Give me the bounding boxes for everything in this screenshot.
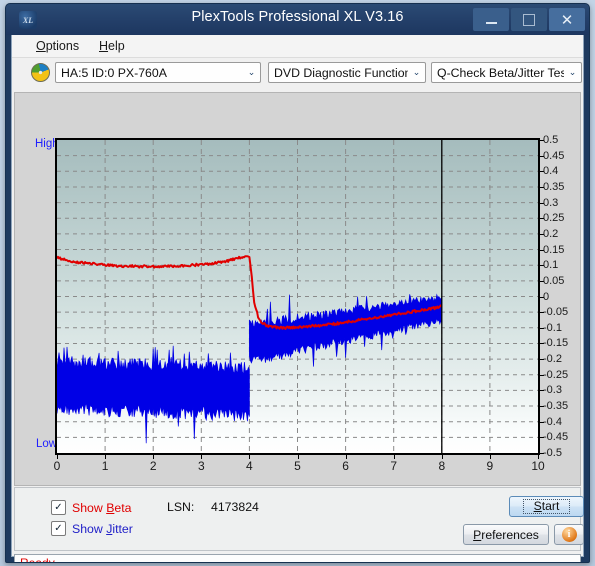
show-beta-label: Show Beta [72,500,132,515]
y-tick-label: 0.15 [543,243,565,256]
lsn-value: 4173824 [211,500,259,514]
plot-area[interactable] [55,138,540,455]
show-beta-row[interactable]: ✓ Show Beta [51,500,132,515]
y-tick-label: 0.25 [543,212,565,225]
y-tick-label: 0.4 [543,165,559,178]
show-jitter-checkbox[interactable]: ✓ [51,521,66,536]
chart-svg [57,140,538,453]
y-tick-label: -0.35 [543,400,569,413]
y-tick-label: 0.35 [543,180,565,193]
window-controls: ✕ [473,8,585,31]
show-jitter-label: Show Jitter [72,521,133,536]
show-beta-checkbox[interactable]: ✓ [51,500,66,515]
menu-item-options[interactable]: Options [30,38,85,54]
graph-panel: High Low 0.5 0.45 0.4 0.35 0.3 0.25 0.2 0.15 0.1… [14,92,581,486]
x-tick-label: 6 [342,459,349,473]
function-select[interactable]: DVD Diagnostic Functions ⌄ [268,62,426,83]
x-tick-label: 8 [438,459,446,473]
preferences-button-label: Preferences [473,527,539,542]
chevron-down-icon: ⌄ [412,67,421,77]
y-tick-label: -0.3 [543,384,562,397]
menu-help-rest: elp [108,39,125,53]
test-select-value: Q-Check Beta/Jitter Test [437,65,564,80]
menu-item-help[interactable]: Help [93,38,131,54]
plot-canvas [55,138,540,455]
x-tick-label: 2 [149,459,157,473]
y-tick-label: -0.15 [543,337,569,350]
maximize-button[interactable] [511,8,547,31]
status-bar: Ready [14,554,581,563]
y-tick-label: -0.2 [543,353,562,366]
menu-bar: Options Help [12,35,583,58]
x-tick-label: 7 [390,459,398,473]
y-tick-label: 0.45 [543,149,565,162]
minimize-button[interactable] [473,8,509,31]
start-button-label: Start [522,499,571,514]
y-tick-label: -0.1 [543,321,562,334]
x-tick-label: 3 [197,459,205,473]
controls-panel: ✓ Show Beta ✓ Show Jitter LSN: 4173824 S… [14,487,584,551]
y-tick-label: 0.05 [543,274,565,287]
x-tick-label: 0 [53,459,61,473]
chevron-down-icon: ⌄ [247,67,256,77]
x-tick-label: 4 [246,459,253,473]
preferences-button[interactable]: Preferences [463,524,549,545]
disc-icon [31,63,50,82]
y-tick-label: 0 [543,290,550,303]
y-tick-label: -0.25 [543,368,569,381]
start-button[interactable]: Start [509,496,584,517]
show-jitter-row[interactable]: ✓ Show Jitter [51,521,133,536]
menu-options-rest: ptions [45,39,80,53]
x-tick-label: 10 [531,459,545,473]
info-icon: i [561,527,577,542]
close-button[interactable]: ✕ [549,8,585,31]
title-bar[interactable]: XL PlexTools Professional XL V3.16 ✕ [6,4,589,35]
y-tick-label: 0.5 [543,134,559,146]
lsn-label: LSN: [167,500,195,514]
axis-low-label: Low [36,438,58,450]
chevron-down-icon: ⌄ [568,67,577,77]
x-tick-label: 9 [486,459,494,473]
x-tick-label: 5 [294,459,301,473]
test-select[interactable]: Q-Check Beta/Jitter Test ⌄ [431,62,582,83]
drive-select[interactable]: HA:5 ID:0 PX-760A ⌄ [55,62,261,83]
y-tick-label: 0.1 [543,259,559,272]
y-tick-label: -0.4 [543,415,562,428]
y-tick-label: 0.3 [543,196,559,209]
plextools-window: XL PlexTools Professional XL V3.16 ✕ Opt… [5,3,590,563]
drive-select-value: HA:5 ID:0 PX-760A [61,65,167,80]
selector-toolbar: HA:5 ID:0 PX-760A ⌄ DVD Diagnostic Funct… [12,58,583,89]
client-area: Options Help HA:5 ID:0 PX-760A ⌄ DVD Dia… [11,35,584,562]
y-tick-label: -0.5 [543,447,562,459]
y-tick-label: 0.2 [543,227,559,240]
x-tick-label: 1 [101,459,109,473]
info-button[interactable]: i [554,524,584,545]
y-tick-label: -0.45 [543,431,569,444]
status-text: Ready [20,556,55,563]
function-select-value: DVD Diagnostic Functions [274,65,408,80]
y-tick-label: -0.05 [543,306,569,319]
